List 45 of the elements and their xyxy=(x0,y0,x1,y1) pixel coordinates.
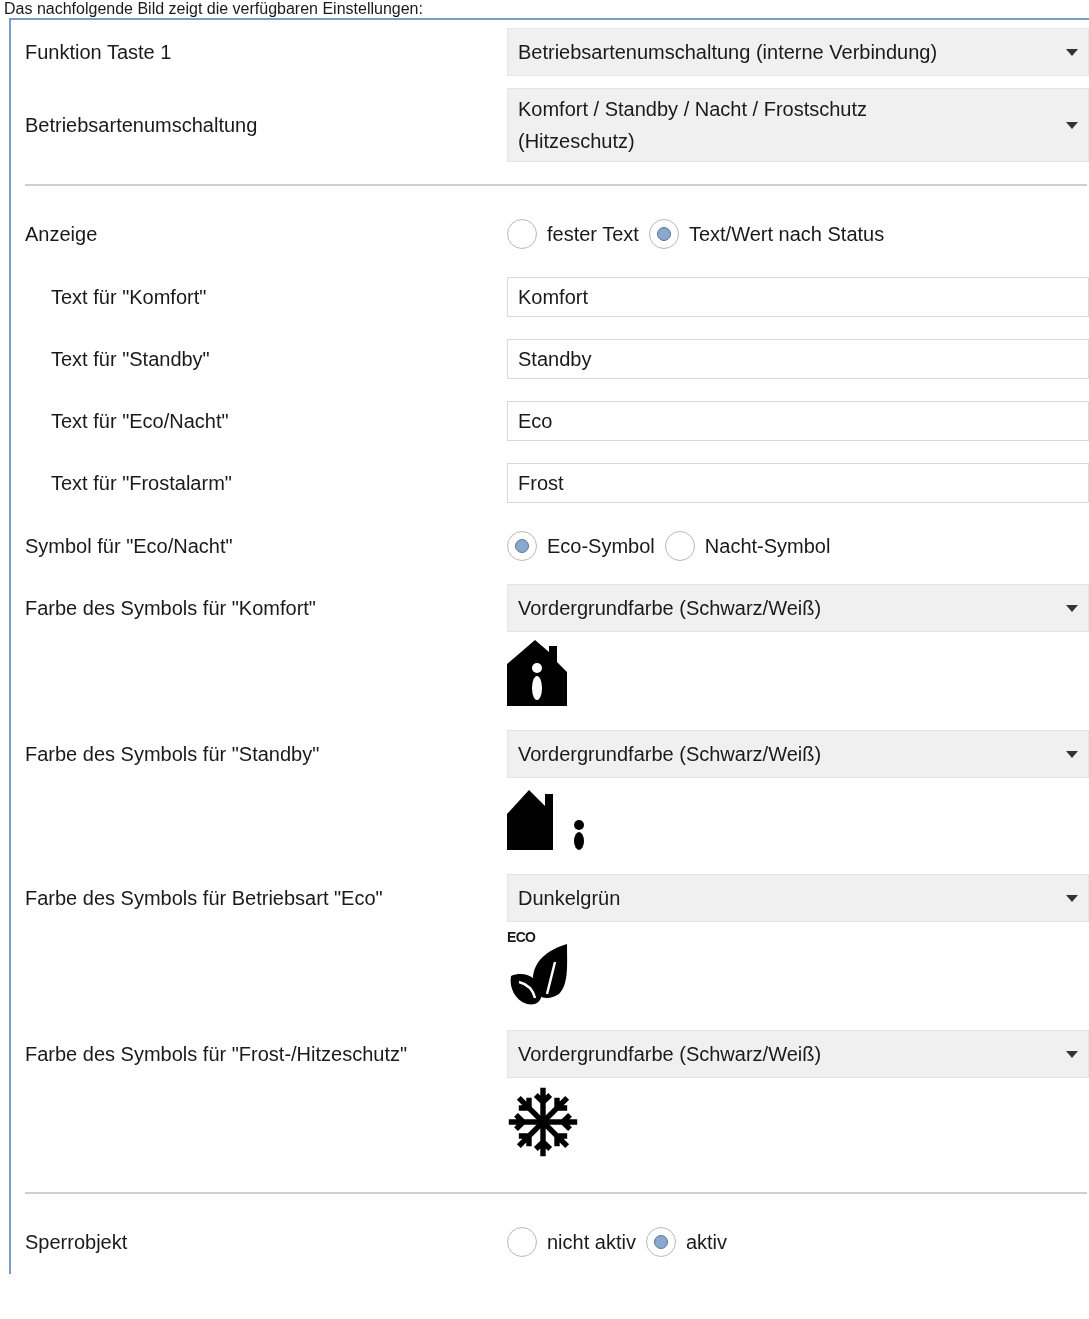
setting-label: Sperrobjekt xyxy=(25,1231,128,1253)
radio-button[interactable] xyxy=(664,531,695,561)
dropdown[interactable]: Vordergrundfarbe (Schwarz/Weiß) xyxy=(507,1030,1089,1078)
radio-option[interactable]: Text/Wert nach Status xyxy=(648,219,885,249)
setting-label: Funktion Taste 1 xyxy=(25,41,172,63)
input-field[interactable]: Komfort xyxy=(507,277,1089,317)
caption: Das nachfolgende Bild zeigt die verfügbaren Einstellungen: xyxy=(3,0,423,18)
radio-option[interactable]: Nacht-Symbol xyxy=(664,531,831,561)
setting-label: Farbe des Symbols für "Komfort" xyxy=(25,597,316,619)
caret-icon xyxy=(1066,48,1078,56)
input-field[interactable]: Standby xyxy=(507,339,1089,379)
dropdown[interactable]: Dunkelgrün xyxy=(507,874,1089,922)
radio-option[interactable]: nicht aktiv xyxy=(507,1227,636,1257)
setting-label: Text für "Komfort" xyxy=(51,286,207,308)
snowflake-icon xyxy=(507,1086,579,1158)
dropdown[interactable]: Vordergrundfarbe (Schwarz/Weiß) xyxy=(507,584,1089,632)
caret-icon xyxy=(1066,750,1078,758)
caret-icon xyxy=(1066,604,1078,612)
input-field[interactable]: Eco xyxy=(507,401,1089,441)
input-field[interactable]: Frost xyxy=(507,463,1089,503)
setting-label: Text für "Eco/Nacht" xyxy=(51,410,229,432)
radio-button[interactable] xyxy=(507,531,537,561)
radio-button[interactable] xyxy=(648,219,679,249)
setting-label: Farbe des Symbols für Betriebsart "Eco" xyxy=(25,887,383,909)
radio-button[interactable] xyxy=(645,1227,676,1257)
setting-label: Betriebsartenumschaltung xyxy=(25,114,258,136)
radio-button[interactable] xyxy=(507,1227,537,1257)
dropdown[interactable]: Betriebsartenumschaltung (interne Verbindung) xyxy=(507,28,1089,76)
radio-button[interactable] xyxy=(507,219,537,249)
radio-option[interactable]: Eco-Symbol xyxy=(507,531,655,561)
setting-label: Text für "Frostalarm" xyxy=(51,472,232,494)
caret-icon xyxy=(1066,121,1078,129)
dropdown[interactable]: Komfort / Standby / Nacht / Frostschutz (Hitzeschutz) xyxy=(507,88,1089,162)
setting-label: Farbe des Symbols für "Standby" xyxy=(25,743,320,765)
setting-label: Farbe des Symbols für "Frost-/Hitzeschutz" xyxy=(25,1043,408,1065)
setting-label: Anzeige xyxy=(25,223,98,245)
radio-option[interactable]: aktiv xyxy=(645,1227,728,1257)
setting-label: Symbol für "Eco/Nacht" xyxy=(25,535,233,557)
eco-label: ECO xyxy=(507,930,537,944)
dropdown[interactable]: Vordergrundfarbe (Schwarz/Weiß) xyxy=(507,730,1089,778)
radio-option[interactable]: fester Text xyxy=(507,219,639,249)
caret-icon xyxy=(1066,1050,1078,1058)
caret-icon xyxy=(1066,894,1078,902)
setting-label: Text für "Standby" xyxy=(51,348,210,370)
house-person-icon xyxy=(507,640,567,706)
